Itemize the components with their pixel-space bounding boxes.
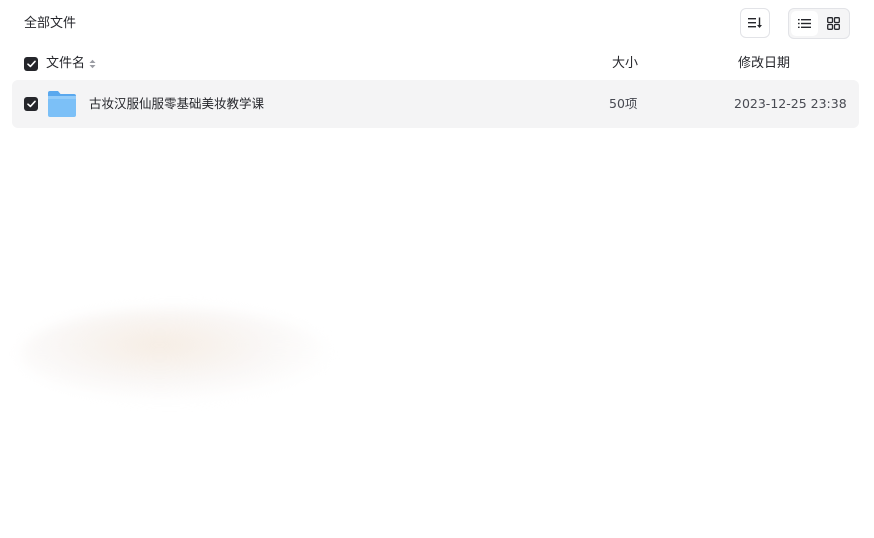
select-all-checkbox[interactable] bbox=[24, 57, 38, 71]
file-browser: 全部文件 文件名 大小 修改日期 古妆汉服仙服零基础美妆教学课 50项 2023… bbox=[0, 0, 874, 538]
column-header-name[interactable]: 文件名 bbox=[46, 54, 96, 74]
sort-button[interactable] bbox=[740, 8, 770, 38]
table-header: 文件名 大小 修改日期 bbox=[0, 52, 874, 76]
list-view-button[interactable] bbox=[791, 11, 818, 36]
list-view-icon bbox=[798, 19, 811, 28]
sort-arrows-icon bbox=[89, 59, 96, 69]
file-size: 50项 bbox=[609, 96, 638, 111]
grid-view-button[interactable] bbox=[820, 11, 847, 36]
column-header-size[interactable]: 大小 bbox=[612, 54, 638, 74]
grid-view-icon bbox=[827, 17, 840, 30]
column-header-modified[interactable]: 修改日期 bbox=[738, 54, 790, 74]
file-modified-date: 2023-12-25 23:38 bbox=[734, 96, 847, 111]
breadcrumb[interactable]: 全部文件 bbox=[24, 14, 76, 34]
background-glow bbox=[20, 308, 330, 400]
sort-list-icon bbox=[748, 17, 762, 28]
file-name[interactable]: 古妆汉服仙服零基础美妆教学课 bbox=[89, 94, 264, 114]
checkmark-icon bbox=[26, 60, 36, 68]
table-row[interactable]: 古妆汉服仙服零基础美妆教学课 50项 2023-12-25 23:38 bbox=[12, 80, 859, 128]
column-name-label: 文件名 bbox=[46, 56, 86, 71]
view-toggle bbox=[788, 8, 850, 39]
checkmark-icon bbox=[26, 100, 36, 108]
folder-icon bbox=[48, 91, 76, 117]
row-checkbox[interactable] bbox=[24, 97, 38, 111]
